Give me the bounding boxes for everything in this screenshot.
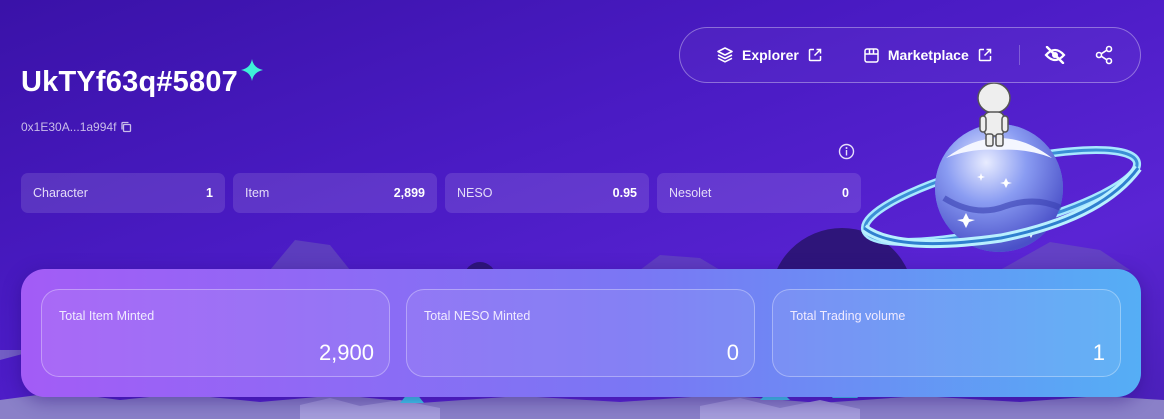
total-label: Total Trading volume	[790, 309, 906, 323]
sparkle-icon	[240, 58, 264, 87]
top-nav: Explorer Marketplace	[679, 27, 1141, 83]
marketplace-label: Marketplace	[887, 47, 969, 63]
total-neso-minted-card: Total NESO Minted 0	[406, 289, 755, 377]
total-trading-volume-card: Total Trading volume 1	[772, 289, 1121, 377]
external-link-icon	[977, 47, 993, 63]
explorer-link[interactable]: Explorer	[716, 46, 823, 64]
totals-panel: Total Item Minted 2,900 Total NESO Minte…	[21, 269, 1141, 397]
total-label: Total Item Minted	[59, 309, 155, 323]
total-item-minted-card: Total Item Minted 2,900	[41, 289, 390, 377]
wallet-address-row: 0x1E30A...1a994f	[21, 120, 132, 134]
store-icon	[863, 47, 880, 64]
profile-name: UkTYf63q#5807	[21, 66, 238, 98]
eye-off-icon	[1044, 46, 1066, 64]
stat-label: Nesolet	[669, 186, 712, 200]
explorer-label: Explorer	[742, 47, 799, 63]
share-icon	[1094, 45, 1114, 65]
profile-header: UkTYf63q#5807	[21, 59, 264, 99]
stat-nesolet: Nesolet 0	[657, 173, 861, 213]
layers-icon	[716, 46, 734, 64]
stat-value: 2,899	[393, 186, 425, 200]
total-value: 2,900	[318, 340, 374, 365]
stat-neso: NESO 0.95	[445, 173, 649, 213]
stat-value: 1	[206, 186, 213, 200]
share-button[interactable]	[1094, 45, 1114, 65]
stat-value: 0	[842, 186, 849, 200]
info-button[interactable]	[838, 143, 855, 160]
info-icon	[838, 143, 855, 160]
total-label: Total NESO Minted	[424, 309, 531, 323]
stat-label: Item	[245, 186, 270, 200]
marketplace-link[interactable]: Marketplace	[863, 47, 993, 64]
asset-stats: Character 1 Item 2,899 NESO 0.95 Nesolet…	[21, 173, 861, 213]
total-value: 1	[1092, 340, 1105, 365]
wallet-address: 0x1E30A...1a994f	[21, 120, 117, 134]
planet-illustration	[860, 82, 1142, 252]
stat-item: Item 2,899	[233, 173, 437, 213]
stat-label: Character	[33, 186, 88, 200]
total-value: 0	[726, 340, 739, 365]
stat-label: NESO	[457, 186, 493, 200]
external-link-icon	[807, 47, 823, 63]
hide-button[interactable]	[1044, 46, 1066, 64]
nav-divider	[1018, 45, 1020, 65]
stat-value: 0.95	[612, 186, 637, 200]
copy-icon[interactable]	[120, 121, 132, 133]
stat-character: Character 1	[21, 173, 225, 213]
